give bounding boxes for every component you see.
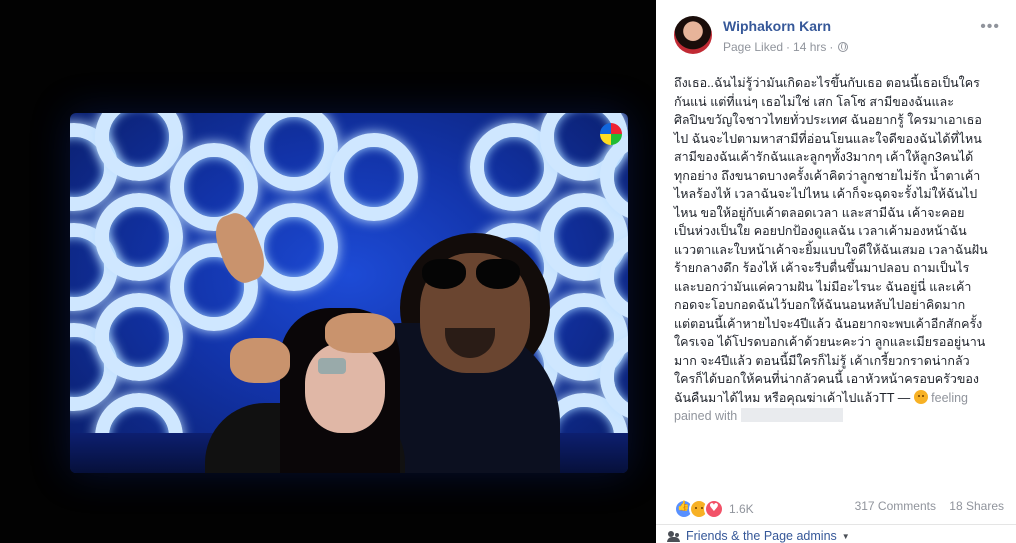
author-name[interactable]: Wiphakorn Karn: [723, 18, 831, 34]
post-text: ถึงเธอ..ฉันไม่รู้ว่ามันเกิดอะไรขึ้นกับเธ…: [674, 76, 988, 405]
woman-face: [305, 343, 385, 433]
chevron-down-icon: ▼: [841, 531, 850, 541]
sunglasses: [422, 259, 522, 293]
photo-viewer[interactable]: [0, 0, 656, 543]
globe-icon[interactable]: [838, 42, 849, 52]
feeling-value: pained with: [674, 409, 738, 423]
audience-selector[interactable]: Friends & the Page admins ▼: [667, 529, 850, 543]
tagged-name-redacted[interactable]: [741, 408, 844, 422]
comments-count[interactable]: 317 Comments: [855, 499, 936, 513]
channel-logo-icon: [600, 123, 622, 145]
shares-count[interactable]: 18 Shares: [949, 499, 1004, 513]
more-options-icon[interactable]: •••: [980, 18, 1000, 36]
page-liked-status[interactable]: Page Liked: [723, 40, 783, 54]
audience-label: Friends & the Page admins: [686, 529, 837, 543]
post-stats: 1.6K 317 Comments 18 Shares: [674, 499, 1004, 519]
pained-emoji-icon: [913, 389, 928, 404]
divider: [656, 524, 1016, 525]
post-photo[interactable]: [70, 113, 628, 473]
avatar[interactable]: [674, 16, 712, 54]
friends-icon: [667, 531, 681, 542]
post-timestamp[interactable]: 14 hrs: [793, 40, 826, 54]
love-reaction-icon: [704, 499, 724, 519]
post-body: ถึงเธอ..ฉันไม่รู้ว่ามันเกิดอะไรขึ้นกับเธ…: [674, 74, 1004, 426]
wristwatch: [318, 358, 346, 374]
feeling-label: feeling: [931, 390, 969, 405]
reactions-summary[interactable]: 1.6K: [674, 499, 754, 519]
post-panel: Wiphakorn Karn Page Liked · 14 hrs · •••…: [656, 0, 1016, 543]
post-meta: Page Liked · 14 hrs ·: [723, 40, 849, 54]
reaction-count[interactable]: 1.6K: [729, 502, 754, 516]
post-header: Wiphakorn Karn Page Liked · 14 hrs · •••: [656, 0, 1016, 60]
